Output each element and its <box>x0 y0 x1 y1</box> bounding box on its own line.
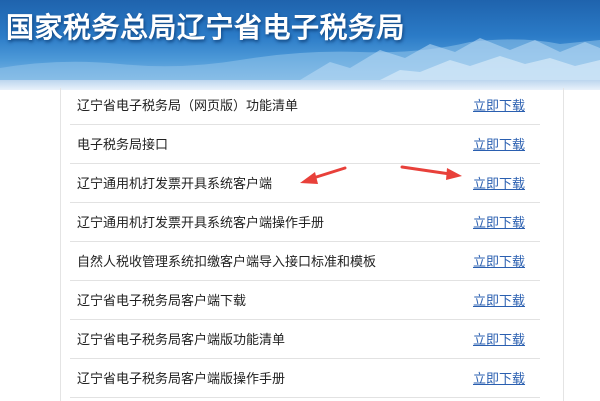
content-border-left <box>60 88 61 401</box>
download-row: 辽宁省电子税务局客户端版操作手册 立即下载 <box>70 359 540 398</box>
download-link[interactable]: 立即下载 <box>473 290 525 309</box>
download-link[interactable]: 立即下载 <box>473 173 525 192</box>
download-row: 辽宁通用机打发票开具系统客户端操作手册 立即下载 <box>70 203 540 242</box>
download-row: 辽宁省电子税务局客户端下载 立即下载 <box>70 281 540 320</box>
download-list: 辽宁省电子税务局（网页版）功能清单 立即下载 电子税务局接口 立即下载 辽宁通用… <box>70 86 540 398</box>
download-title: 电子税务局接口 <box>77 138 169 153</box>
download-title: 辽宁省电子税务局（网页版）功能清单 <box>77 99 299 114</box>
download-title: 辽宁通用机打发票开具系统客户端操作手册 <box>77 216 325 231</box>
download-link[interactable]: 立即下载 <box>473 134 525 153</box>
download-link[interactable]: 立即下载 <box>473 212 525 231</box>
site-title: 国家税务总局辽宁省电子税务局 <box>6 11 406 44</box>
download-row: 自然人税收管理系统扣缴客户端导入接口标准和模板 立即下载 <box>70 242 540 281</box>
content-border-right <box>563 88 564 401</box>
download-row: 辽宁省电子税务局客户端版功能清单 立即下载 <box>70 320 540 359</box>
download-row: 电子税务局接口 立即下载 <box>70 125 540 164</box>
download-title: 辽宁通用机打发票开具系统客户端 <box>77 177 273 192</box>
download-title: 辽宁省电子税务局客户端下载 <box>77 294 247 309</box>
download-row: 辽宁省电子税务局（网页版）功能清单 立即下载 <box>70 86 540 125</box>
download-link[interactable]: 立即下载 <box>473 95 525 114</box>
download-title: 辽宁省电子税务局客户端版操作手册 <box>77 372 286 387</box>
download-link[interactable]: 立即下载 <box>473 368 525 387</box>
download-title: 辽宁省电子税务局客户端版功能清单 <box>77 333 286 348</box>
download-row: 辽宁通用机打发票开具系统客户端 立即下载 <box>70 164 540 203</box>
header-banner: 国家税务总局辽宁省电子税务局 <box>0 0 600 80</box>
download-link[interactable]: 立即下载 <box>473 329 525 348</box>
download-title: 自然人税收管理系统扣缴客户端导入接口标准和模板 <box>77 255 377 270</box>
download-link[interactable]: 立即下载 <box>473 251 525 270</box>
